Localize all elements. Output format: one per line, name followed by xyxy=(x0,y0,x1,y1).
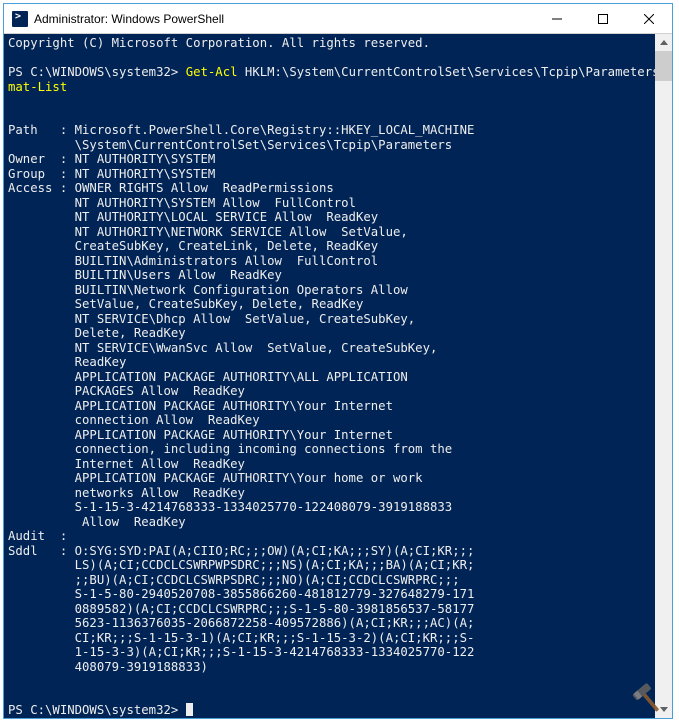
out-audit: Audit : xyxy=(8,529,67,543)
cursor xyxy=(186,703,193,716)
out-group: Group : NT AUTHORITY\SYSTEM xyxy=(8,167,215,181)
out-sddl-7: CI;KR;;;S-1-15-3-1)(A;CI;KR;;;S-1-15-3-2… xyxy=(8,631,474,645)
maximize-button[interactable] xyxy=(580,4,626,33)
out-access-5: CreateSubKey, CreateLink, Delete, ReadKe… xyxy=(8,239,378,253)
out-sddl-1: Sddl : O:SYG:SYD:PAI(A;CIIO;RC;;;OW)(A;C… xyxy=(8,544,474,558)
minimize-button[interactable] xyxy=(534,4,580,33)
out-access-24: Allow ReadKey xyxy=(8,515,186,529)
titlebar[interactable]: Administrator: Windows PowerShell xyxy=(4,4,672,34)
out-access-18: APPLICATION PACKAGE AUTHORITY\Your Inter… xyxy=(8,428,393,442)
close-icon xyxy=(644,14,654,24)
cmd-arg: HKLM:\System\CurrentControlSet\Services\… xyxy=(238,65,655,79)
out-sddl-5: 0889582)(A;CI;CCDCLCSWRPRC;;;S-1-5-80-39… xyxy=(8,602,474,616)
out-access-6: BUILTIN\Administrators Allow FullControl xyxy=(8,254,378,268)
out-access-20: Internet Allow ReadKey xyxy=(8,457,245,471)
out-access-10: NT SERVICE\Dhcp Allow SetValue, CreateSu… xyxy=(8,312,415,326)
out-access-14: APPLICATION PACKAGE AUTHORITY\ALL APPLIC… xyxy=(8,370,408,384)
maximize-icon xyxy=(598,14,608,24)
out-access-23: S-1-15-3-4214768333-1334025770-122408079… xyxy=(8,500,452,514)
out-path-1: Path : Microsoft.PowerShell.Core\Registr… xyxy=(8,123,474,137)
cmd-format-b: mat-List xyxy=(8,80,67,94)
window-controls xyxy=(534,4,672,33)
close-button[interactable] xyxy=(626,4,672,33)
out-sddl-6: 5623-1136376035-2066872258-409572886)(A;… xyxy=(8,616,474,630)
out-access-15: PACKAGES Allow ReadKey xyxy=(8,384,245,398)
out-access-17: connection Allow ReadKey xyxy=(8,413,260,427)
copyright-line: Copyright (C) Microsoft Corporation. All… xyxy=(8,36,430,50)
out-access-16: APPLICATION PACKAGE AUTHORITY\Your Inter… xyxy=(8,399,393,413)
out-sddl-2: LS)(A;CI;CCDCLCSWRPWPSDRC;;;NS)(A;CI;KA;… xyxy=(8,558,474,572)
out-access-21: APPLICATION PACKAGE AUTHORITY\Your home … xyxy=(8,471,423,485)
terminal-output[interactable]: Copyright (C) Microsoft Corporation. All… xyxy=(4,34,655,718)
out-access-19: connection, including incoming connectio… xyxy=(8,442,452,456)
prompt-1: PS C:\WINDOWS\system32> xyxy=(8,65,186,79)
prompt-2: PS C:\WINDOWS\system32> xyxy=(8,703,186,717)
out-access-22: networks Allow ReadKey xyxy=(8,486,245,500)
chevron-up-icon xyxy=(660,40,668,45)
out-owner: Owner : NT AUTHORITY\SYSTEM xyxy=(8,152,215,166)
window-title: Administrator: Windows PowerShell xyxy=(34,12,534,26)
out-sddl-9: 408079-3919188833) xyxy=(8,660,208,674)
minimize-icon xyxy=(552,14,562,24)
out-access-11: Delete, ReadKey xyxy=(8,326,186,340)
out-access-7: BUILTIN\Users Allow ReadKey xyxy=(8,268,282,282)
cmd-getacl: Get-Acl xyxy=(186,65,238,79)
vertical-scrollbar[interactable] xyxy=(655,34,672,718)
out-access-2: NT AUTHORITY\SYSTEM Allow FullControl xyxy=(8,196,356,210)
out-access-hdr: Access : OWNER RIGHTS Allow ReadPermissi… xyxy=(8,181,334,195)
out-access-8: BUILTIN\Network Configuration Operators … xyxy=(8,283,408,297)
out-access-13: ReadKey xyxy=(8,355,126,369)
out-access-12: NT SERVICE\WwanSvc Allow SetValue, Creat… xyxy=(8,341,437,355)
out-access-9: SetValue, CreateSubKey, Delete, ReadKey xyxy=(8,297,363,311)
powershell-window: Administrator: Windows PowerShell Copyri… xyxy=(3,3,673,719)
out-sddl-8: 1-15-3-3)(A;CI;KR;;;S-1-15-3-4214768333-… xyxy=(8,645,474,659)
out-sddl-4: S-1-5-80-2940520708-3855866260-481812779… xyxy=(8,587,474,601)
out-sddl-3: ;;BU)(A;CI;CCDCLCSWRPSDRC;;;NO)(A;CI;CCD… xyxy=(8,573,460,587)
scroll-up-button[interactable] xyxy=(655,34,672,51)
out-access-3: NT AUTHORITY\LOCAL SERVICE Allow ReadKey xyxy=(8,210,378,224)
powershell-icon xyxy=(12,11,28,27)
scroll-track[interactable] xyxy=(655,51,672,701)
scroll-thumb[interactable] xyxy=(655,51,672,81)
hammer-icon xyxy=(629,680,667,718)
out-path-2: \System\CurrentControlSet\Services\Tcpip… xyxy=(8,138,452,152)
out-access-4: NT AUTHORITY\NETWORK SERVICE Allow SetVa… xyxy=(8,225,408,239)
content-area: Copyright (C) Microsoft Corporation. All… xyxy=(4,34,672,718)
